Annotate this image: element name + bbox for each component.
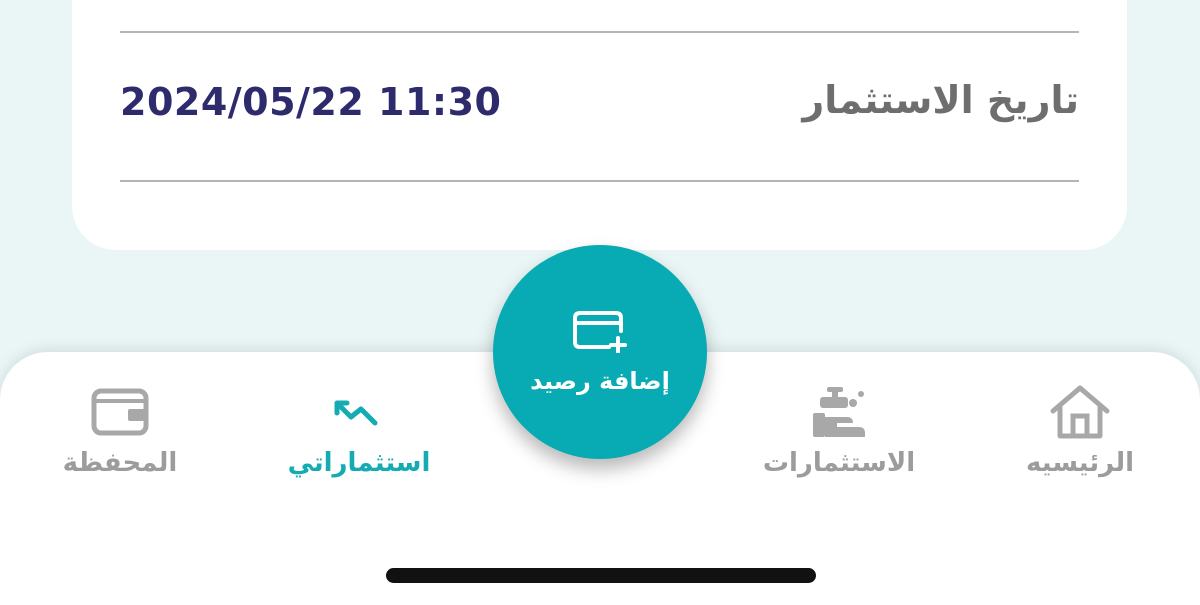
home-icon	[1048, 382, 1112, 442]
divider	[120, 31, 1079, 33]
investment-date-label: تاريخ الاستثمار	[802, 78, 1079, 122]
nav-label-my-investments: استثماراتي	[287, 448, 431, 478]
nav-label-investments: الاستثمارات	[762, 448, 916, 478]
nav-label-wallet: المحفظة	[62, 448, 178, 478]
nav-label-home: الرئيسيه	[1025, 448, 1135, 478]
trend-icon	[327, 382, 391, 442]
divider	[120, 180, 1079, 182]
card-plus-icon	[571, 309, 629, 357]
investments-icon	[807, 382, 871, 442]
add-balance-label: إضافة رصيد	[530, 367, 670, 395]
nav-item-wallet[interactable]: المحفظة	[30, 382, 210, 478]
investment-details-card: تاريخ الاستثمار 2024/05/22 11:30	[72, 0, 1127, 250]
nav-item-my-investments[interactable]: استثماراتي	[269, 382, 449, 478]
add-balance-button[interactable]: إضافة رصيد	[493, 245, 707, 459]
nav-item-investments[interactable]: الاستثمارات	[749, 382, 929, 478]
nav-item-home[interactable]: الرئيسيه	[990, 382, 1170, 478]
wallet-icon	[88, 382, 152, 442]
investment-date-value: 2024/05/22 11:30	[120, 80, 502, 124]
home-indicator[interactable]	[386, 568, 816, 583]
